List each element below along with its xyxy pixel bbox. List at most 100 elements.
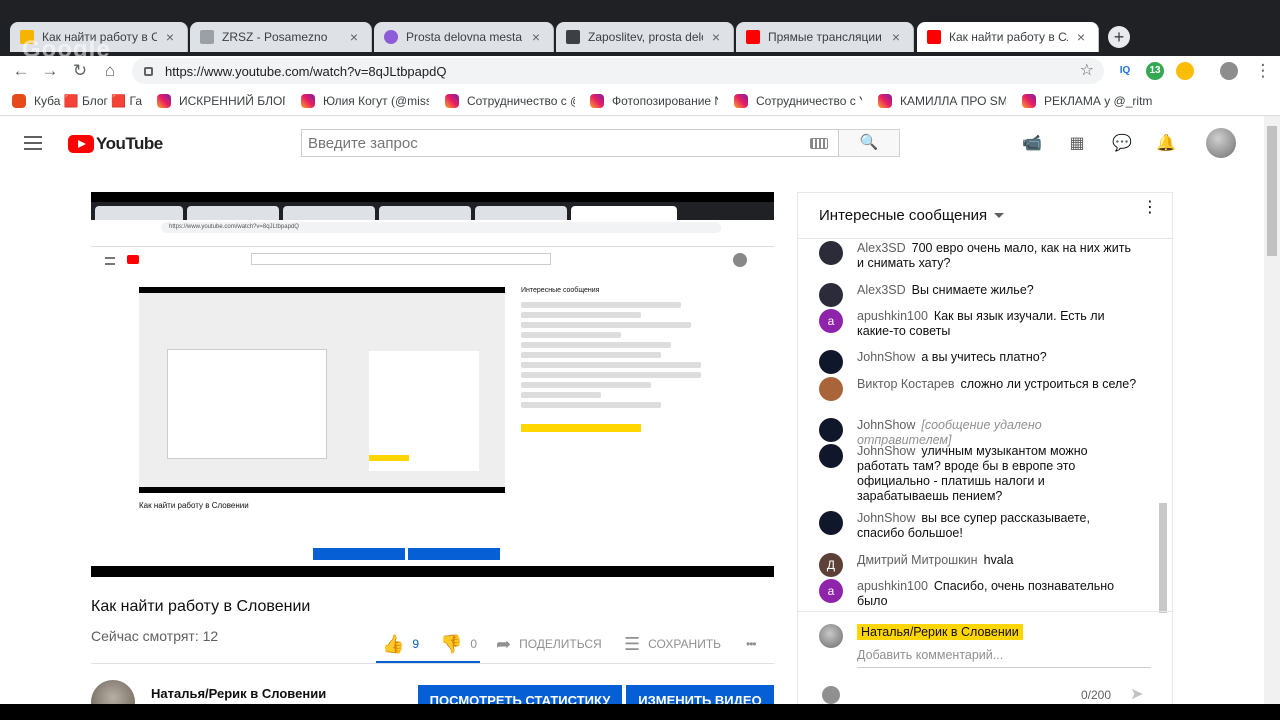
inner-toolbar: https://www.youtube.com/watch?v=8qJLtbpa…: [91, 220, 774, 235]
inner-chat-line: [521, 312, 641, 318]
back-icon[interactable]: ←: [10, 60, 32, 82]
site-icon: [566, 30, 580, 44]
notifications-icon[interactable]: 🔔: [1155, 133, 1177, 155]
user-avatar[interactable]: Д: [819, 553, 843, 577]
bookmark-item[interactable]: Фотопозирование N: [590, 93, 718, 109]
extension-badge-icon[interactable]: 13: [1146, 62, 1164, 80]
close-icon[interactable]: ×: [889, 29, 903, 45]
inner-video-title: Как найти работу в Словении: [139, 501, 249, 510]
user-avatar[interactable]: [819, 241, 843, 265]
youtube-logo[interactable]: YouTube: [68, 134, 163, 154]
messages-icon[interactable]: 💬: [1111, 133, 1133, 155]
bookmark-item[interactable]: ИСКРЕННИЙ БЛОГЕ: [157, 93, 285, 109]
video-player[interactable]: https://www.youtube.com/watch?v=8qJLtbpa…: [91, 192, 774, 577]
inner-chat-line: [521, 342, 671, 348]
like-button[interactable]: 👍 9: [382, 626, 419, 662]
channel-avatar[interactable]: [91, 680, 135, 704]
more-actions-button[interactable]: •••: [746, 626, 764, 662]
close-icon[interactable]: ×: [1074, 29, 1088, 45]
bookmark-star-icon[interactable]: ☆: [1080, 60, 1094, 80]
page-scrollbar[interactable]: [1264, 116, 1280, 704]
bookmark-icon: [12, 94, 26, 108]
browser-tab[interactable]: ZRSZ - Posamezno ×: [190, 22, 372, 52]
inner-chat-line: [521, 352, 661, 358]
comment-input[interactable]: Добавить комментарий...: [857, 648, 1151, 668]
address-bar[interactable]: https://www.youtube.com/watch?v=8qJLtbpa…: [132, 58, 1104, 84]
search-input[interactable]: Введите запрос: [301, 129, 839, 157]
more-vert-icon[interactable]: ⋮: [1142, 200, 1158, 216]
close-icon[interactable]: ×: [709, 29, 723, 45]
chat-message: JohnShow вы все супер рассказываете, спас…: [819, 511, 1139, 541]
inner-chat-highlight: [521, 424, 641, 432]
close-icon[interactable]: ×: [347, 29, 361, 45]
user-avatar[interactable]: [819, 511, 843, 535]
user-avatar[interactable]: [819, 418, 843, 442]
site-icon: [384, 30, 398, 44]
user-avatar[interactable]: a: [819, 579, 843, 603]
browser-tab[interactable]: Prosta delovna mesta: I... ×: [374, 22, 554, 52]
save-label: СОХРАНИТЬ: [648, 637, 722, 651]
view-stats-button[interactable]: ПОСМОТРЕТЬ СТАТИСТИКУ: [418, 685, 622, 704]
instagram-icon: [445, 94, 459, 108]
browser-menu-icon[interactable]: ⋮: [1252, 60, 1274, 82]
user-avatar[interactable]: [819, 444, 843, 468]
chat-message: a apushkin100 Как вы язык изучали. Есть л…: [819, 309, 1139, 339]
bookmark-item[interactable]: Юлия Когут (@missk: [301, 93, 429, 109]
reload-icon[interactable]: ↻: [69, 60, 91, 82]
more-icon: •••: [746, 637, 757, 651]
send-icon[interactable]: ➤: [1130, 684, 1143, 704]
bookmark-item[interactable]: Сотрудничество с @: [445, 93, 575, 109]
inner-button: [408, 548, 500, 560]
message-author: JohnShow: [857, 350, 916, 364]
apps-icon[interactable]: ▦: [1066, 133, 1088, 155]
instagram-icon: [878, 94, 892, 108]
browser-tab-active[interactable]: Как найти работу в Сл... ×: [917, 22, 1099, 52]
save-button[interactable]: ☰ СОХРАНИТЬ: [624, 626, 721, 662]
keyboard-icon[interactable]: [810, 138, 828, 149]
iq-extension-icon[interactable]: IQ: [1116, 62, 1134, 80]
dislike-button[interactable]: 👎 0: [440, 626, 477, 662]
create-video-icon[interactable]: 📹: [1021, 133, 1043, 155]
browser-tab[interactable]: Zaposlitev, prosta delov... ×: [556, 22, 734, 52]
scrollbar-thumb[interactable]: [1267, 126, 1277, 256]
share-icon: ➦: [496, 633, 512, 654]
home-icon[interactable]: ⌂: [99, 60, 121, 82]
close-icon[interactable]: ×: [529, 29, 543, 45]
user-avatar[interactable]: [819, 377, 843, 401]
inner-button: [313, 548, 405, 560]
chat-message: Виктор Костарев сложно ли устроиться в се…: [819, 377, 1139, 401]
forward-icon[interactable]: →: [39, 60, 61, 82]
profile-avatar[interactable]: [1220, 62, 1238, 80]
chat-message: JohnShow уличным музыкантом можно работат…: [819, 444, 1139, 504]
bookmark-item[interactable]: Сотрудничество с Y: [734, 93, 862, 109]
browser-toolbar: ← → ↻ ⌂ https://www.youtube.com/watch?v=…: [0, 56, 1280, 86]
search-button[interactable]: 🔍: [839, 129, 900, 157]
youtube-tab-icon: [746, 30, 760, 44]
close-icon[interactable]: ×: [163, 29, 177, 45]
chat-mode-selector[interactable]: Интересные сообщения: [819, 207, 987, 224]
account-avatar[interactable]: [1206, 128, 1236, 158]
new-tab-button[interactable]: +: [1108, 26, 1130, 48]
bookmarks-bar: Куба 🟥 Блог 🟥 Гаван ИСКРЕННИЙ БЛОГЕ Юлия…: [0, 86, 1280, 116]
bookmark-item[interactable]: КАМИЛЛА ПРО SMI: [878, 93, 1006, 109]
user-avatar[interactable]: [819, 283, 843, 307]
menu-icon[interactable]: [24, 136, 42, 150]
bookmark-item[interactable]: РЕКЛАМА у @_ritmo: [1022, 93, 1152, 109]
message-text: сложно ли устроиться в селе?: [960, 377, 1137, 391]
inner-tab: [283, 206, 375, 220]
edit-video-button[interactable]: ИЗМЕНИТЬ ВИДЕО: [626, 685, 774, 704]
user-avatar[interactable]: a: [819, 309, 843, 333]
share-button[interactable]: ➦ ПОДЕЛИТЬСЯ: [496, 626, 602, 662]
message-author: Alex3SD: [857, 283, 906, 297]
chat-message: JohnShow а вы учитесь платно?: [819, 350, 1139, 374]
emoji-icon[interactable]: [822, 686, 840, 704]
channel-name[interactable]: Наталья/Рерик в Словении: [151, 686, 326, 701]
chat-message: Д Дмитрий Митрошкин hvala: [819, 553, 1139, 577]
extension-icon[interactable]: [1176, 62, 1194, 80]
user-avatar[interactable]: [819, 350, 843, 374]
lock-icon: [144, 66, 153, 76]
browser-tab[interactable]: Прямые трансляции - ... ×: [736, 22, 914, 52]
chat-scrollbar[interactable]: [1159, 503, 1167, 613]
chevron-down-icon[interactable]: [994, 213, 1004, 218]
bookmark-item[interactable]: Куба 🟥 Блог 🟥 Гаван: [12, 93, 142, 109]
